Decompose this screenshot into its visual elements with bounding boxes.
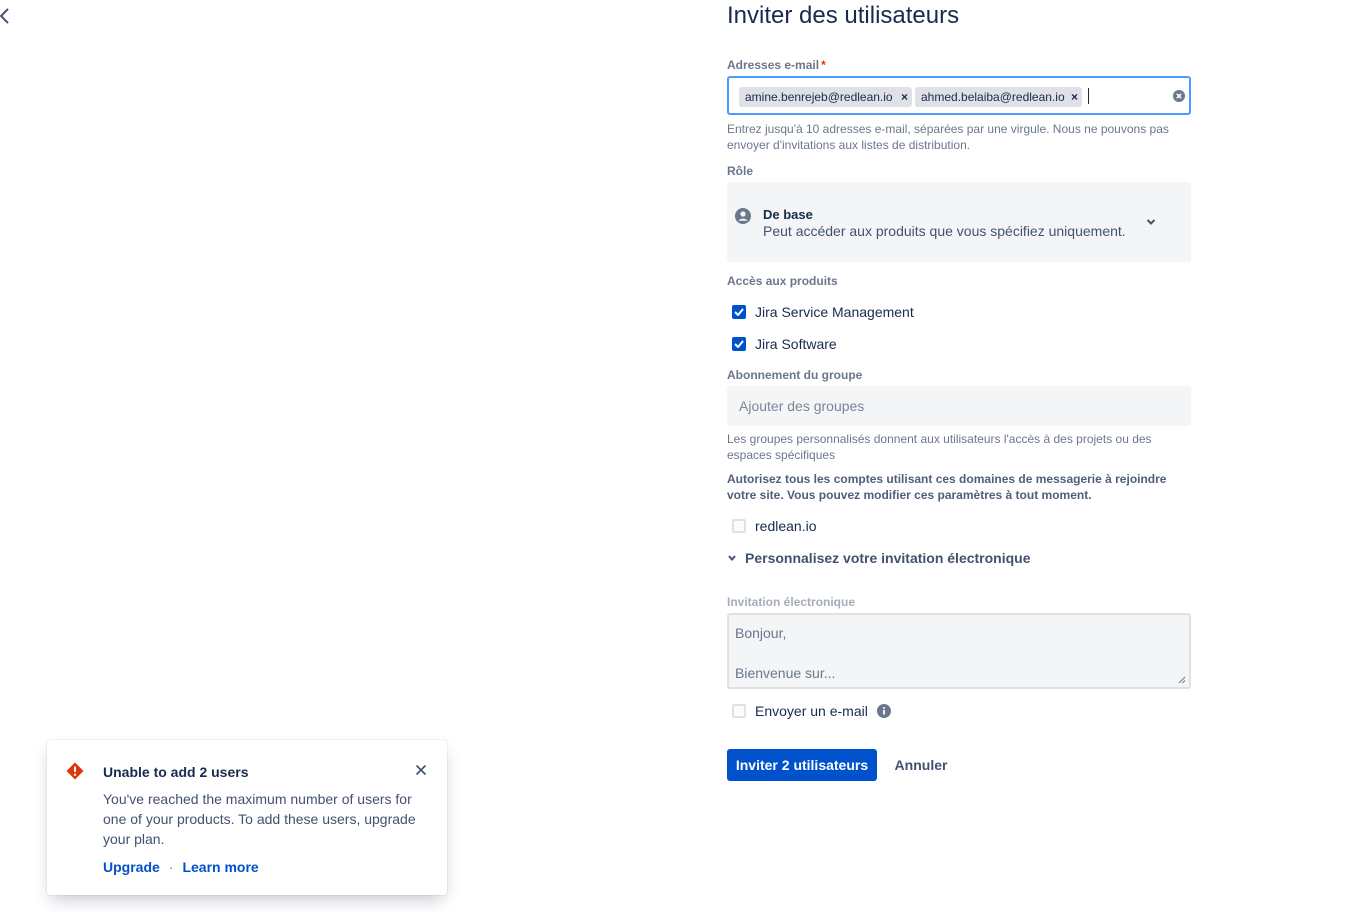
resize-handle-icon[interactable] xyxy=(1178,676,1186,684)
send-email-label: Envoyer un e-mail xyxy=(755,703,868,719)
flag-separator: · xyxy=(168,859,174,875)
cancel-button[interactable]: Annuler xyxy=(885,749,957,781)
checkbox-unchecked[interactable] xyxy=(732,519,746,533)
close-icon[interactable] xyxy=(415,764,427,776)
invitation-line-2: Bienvenue sur... xyxy=(735,665,836,681)
send-email-checkbox[interactable]: Envoyer un e-mail xyxy=(732,702,891,720)
back-button[interactable] xyxy=(0,6,14,30)
role-select[interactable]: De base Peut accéder aux produits que vo… xyxy=(727,182,1191,262)
role-selected-name: De base xyxy=(763,207,813,222)
text-caret xyxy=(1088,88,1089,104)
clear-icon[interactable] xyxy=(1173,90,1185,102)
product-checkbox-jira-software[interactable]: Jira Software xyxy=(732,335,837,353)
invitation-textarea[interactable]: Bonjour, Bienvenue sur... xyxy=(727,613,1191,689)
checkmark-icon xyxy=(734,340,744,348)
flag-actions: Upgrade · Learn more xyxy=(103,859,259,875)
error-icon xyxy=(66,762,84,780)
product-label: Jira Service Management xyxy=(755,304,914,320)
role-selected-description: Peut accéder aux produits que vous spéci… xyxy=(763,223,1126,239)
upgrade-link[interactable]: Upgrade xyxy=(103,859,160,875)
domain-checkbox-redlean[interactable]: redlean.io xyxy=(732,517,817,535)
invitation-label: Invitation électronique xyxy=(727,595,856,609)
info-icon[interactable] xyxy=(876,704,891,718)
groups-placeholder: Ajouter des groupes xyxy=(739,398,865,414)
checkbox-checked[interactable] xyxy=(732,337,746,351)
required-marker: * xyxy=(821,58,826,72)
email-input[interactable]: amine.benrejeb@redlean.io × ahmed.belaib… xyxy=(727,76,1191,115)
chevron-down-icon xyxy=(728,555,736,562)
product-checkbox-jira-service-management[interactable]: Jira Service Management xyxy=(732,303,914,321)
chevron-down-icon xyxy=(1146,219,1156,225)
checkbox-checked[interactable] xyxy=(732,305,746,319)
email-label: Adresses e-mail * xyxy=(727,58,826,72)
error-flag: Unable to add 2 users You've reached the… xyxy=(47,740,447,895)
invitation-line-1: Bonjour, xyxy=(735,625,787,641)
email-chip: amine.benrejeb@redlean.io × xyxy=(739,87,912,107)
email-helper-text: Entrez jusqu'à 10 adresses e-mail, sépar… xyxy=(727,122,1169,152)
groups-helper-text: Les groupes personnalisés donnent aux ut… xyxy=(727,432,1152,462)
checkmark-icon xyxy=(734,308,744,316)
flag-title: Unable to add 2 users xyxy=(103,764,249,780)
remove-chip-icon[interactable]: × xyxy=(901,87,908,107)
flag-description: You've reached the maximum number of use… xyxy=(103,791,416,847)
groups-label: Abonnement du groupe xyxy=(727,368,863,382)
domain-label: redlean.io xyxy=(755,518,817,534)
page-title: Inviter des utilisateurs xyxy=(727,2,960,29)
invite-users-button[interactable]: Inviter 2 utilisateurs xyxy=(727,749,877,781)
products-label: Accès aux produits xyxy=(727,274,838,288)
email-chip: ahmed.belaiba@redlean.io × xyxy=(915,87,1082,107)
remove-chip-icon[interactable]: × xyxy=(1071,87,1078,107)
product-label: Jira Software xyxy=(755,336,837,352)
user-avatar-icon xyxy=(735,208,751,224)
chevron-left-icon xyxy=(0,8,9,24)
learn-more-link[interactable]: Learn more xyxy=(182,859,258,875)
role-label: Rôle xyxy=(727,164,754,178)
groups-input[interactable]: Ajouter des groupes xyxy=(727,386,1191,426)
customize-invitation-label: Personnalisez votre invitation électroni… xyxy=(745,550,1031,566)
checkbox-unchecked[interactable] xyxy=(732,704,746,718)
customize-invitation-toggle[interactable]: Personnalisez votre invitation électroni… xyxy=(727,548,1031,568)
domains-helper-text: Autorisez tous les comptes utilisant ces… xyxy=(727,472,1167,502)
